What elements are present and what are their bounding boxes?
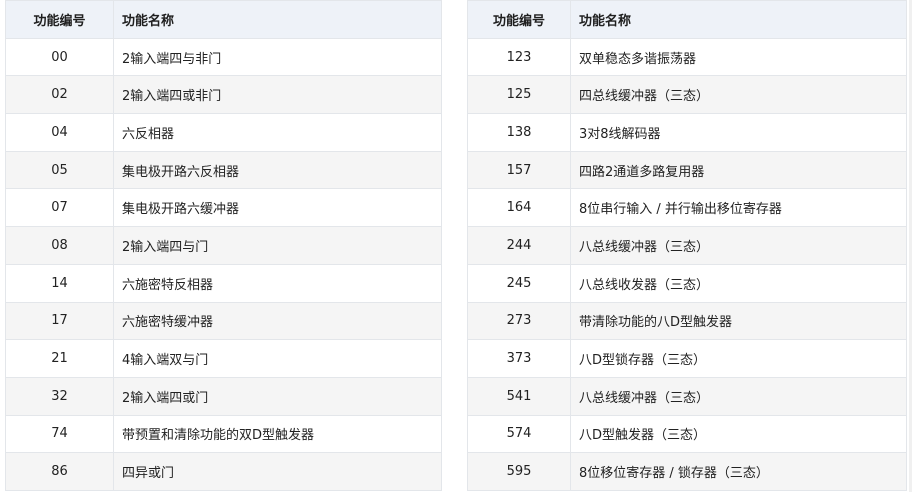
function-code-cell: 32	[5, 376, 114, 416]
table-row: 164 8位串行输入 / 并行输出移位寄存器	[467, 188, 907, 228]
function-name-cell: 四总线缓冲器（三态）	[570, 75, 907, 115]
function-name-cell: 四路2通道多路复用器	[570, 150, 907, 190]
table-row: 07 集电极开路六缓冲器	[5, 188, 442, 228]
left-function-table: 功能编号 功能名称 00 2输入端四与非门 02 2输入端四或非门 04 六反相器 05 集电…	[5, 0, 442, 491]
left-table-body: 00 2输入端四与非门 02 2输入端四或非门 04 六反相器 05 集电极开路六反相器 07 集…	[5, 37, 442, 491]
table-row: 138 3对8线解码器	[467, 113, 907, 152]
function-code-cell: 00	[5, 37, 114, 77]
table-row: 00 2输入端四与非门	[5, 37, 442, 77]
function-name-cell: 四异或门	[113, 452, 442, 491]
table-row: 574 八D型触发器（三态）	[467, 414, 907, 454]
function-name-cell: 带预置和清除功能的双D型触发器	[113, 414, 442, 454]
function-name-cell: 2输入端四与非门	[113, 37, 442, 77]
function-code-cell: 245	[467, 263, 571, 303]
right-function-table: 功能编号 功能名称 123 双单稳态多谐振荡器 125 四总线缓冲器（三态） 138 3对…	[467, 0, 907, 491]
function-code-cell: 21	[5, 339, 114, 378]
function-code-cell: 164	[467, 188, 571, 228]
column-header-code: 功能编号	[5, 0, 114, 39]
function-name-cell: 8位串行输入 / 并行输出移位寄存器	[570, 188, 907, 228]
function-code-cell: 07	[5, 188, 114, 228]
function-name-cell: 带清除功能的八D型触发器	[570, 301, 907, 341]
table-row: 157 四路2通道多路复用器	[467, 150, 907, 190]
function-code-cell: 123	[467, 37, 571, 77]
table-row: 04 六反相器	[5, 113, 442, 152]
table-row: 86 四异或门	[5, 452, 442, 491]
function-code-cell: 574	[467, 414, 571, 454]
function-code-cell: 04	[5, 113, 114, 152]
function-name-cell: 集电极开路六反相器	[113, 150, 442, 190]
function-name-cell: 集电极开路六缓冲器	[113, 188, 442, 228]
table-row: 05 集电极开路六反相器	[5, 150, 442, 190]
table-header-row: 功能编号 功能名称	[5, 0, 442, 39]
function-name-cell: 双单稳态多谐振荡器	[570, 37, 907, 77]
function-name-cell: 六反相器	[113, 113, 442, 152]
function-code-cell: 02	[5, 75, 114, 115]
function-code-cell: 138	[467, 113, 571, 152]
function-name-cell: 六施密特反相器	[113, 263, 442, 303]
table-row: 245 八总线收发器（三态）	[467, 263, 907, 303]
table-row: 74 带预置和清除功能的双D型触发器	[5, 414, 442, 454]
table-row: 32 2输入端四或门	[5, 376, 442, 416]
table-row: 14 六施密特反相器	[5, 263, 442, 303]
column-header-name: 功能名称	[570, 0, 907, 39]
function-name-cell: 八总线收发器（三态）	[570, 263, 907, 303]
function-code-cell: 08	[5, 226, 114, 265]
table-row: 08 2输入端四与门	[5, 226, 442, 265]
function-code-cell: 373	[467, 339, 571, 378]
table-row: 595 8位移位寄存器 / 锁存器（三态）	[467, 452, 907, 491]
function-name-cell: 2输入端四或门	[113, 376, 442, 416]
table-row: 373 八D型锁存器（三态）	[467, 339, 907, 378]
right-table-body: 123 双单稳态多谐振荡器 125 四总线缓冲器（三态） 138 3对8线解码器 157 四路…	[467, 37, 907, 491]
function-name-cell: 八D型锁存器（三态）	[570, 339, 907, 378]
function-code-cell: 05	[5, 150, 114, 190]
function-code-cell: 125	[467, 75, 571, 115]
function-name-cell: 2输入端四与门	[113, 226, 442, 265]
table-row: 273 带清除功能的八D型触发器	[467, 301, 907, 341]
table-row: 541 八总线缓冲器（三态）	[467, 376, 907, 416]
function-name-cell: 8位移位寄存器 / 锁存器（三态）	[570, 452, 907, 491]
function-code-cell: 17	[5, 301, 114, 341]
function-name-cell: 六施密特缓冲器	[113, 301, 442, 341]
function-code-cell: 244	[467, 226, 571, 265]
function-name-cell: 八总线缓冲器（三态）	[570, 226, 907, 265]
table-row: 02 2输入端四或非门	[5, 75, 442, 115]
function-code-cell: 86	[5, 452, 114, 491]
table-row: 125 四总线缓冲器（三态）	[467, 75, 907, 115]
function-code-cell: 157	[467, 150, 571, 190]
function-code-cell: 14	[5, 263, 114, 303]
column-header-name: 功能名称	[113, 0, 442, 39]
function-name-cell: 4输入端双与门	[113, 339, 442, 378]
function-name-cell: 3对8线解码器	[570, 113, 907, 152]
function-name-cell: 八D型触发器（三态）	[570, 414, 907, 454]
table-row: 17 六施密特缓冲器	[5, 301, 442, 341]
table-row: 21 4输入端双与门	[5, 339, 442, 378]
function-name-cell: 2输入端四或非门	[113, 75, 442, 115]
table-row: 123 双单稳态多谐振荡器	[467, 37, 907, 77]
function-code-cell: 74	[5, 414, 114, 454]
function-code-cell: 541	[467, 376, 571, 416]
column-header-code: 功能编号	[467, 0, 571, 39]
function-code-cell: 595	[467, 452, 571, 491]
table-row: 244 八总线缓冲器（三态）	[467, 226, 907, 265]
function-code-cell: 273	[467, 301, 571, 341]
table-header-row: 功能编号 功能名称	[467, 0, 907, 39]
function-name-cell: 八总线缓冲器（三态）	[570, 376, 907, 416]
